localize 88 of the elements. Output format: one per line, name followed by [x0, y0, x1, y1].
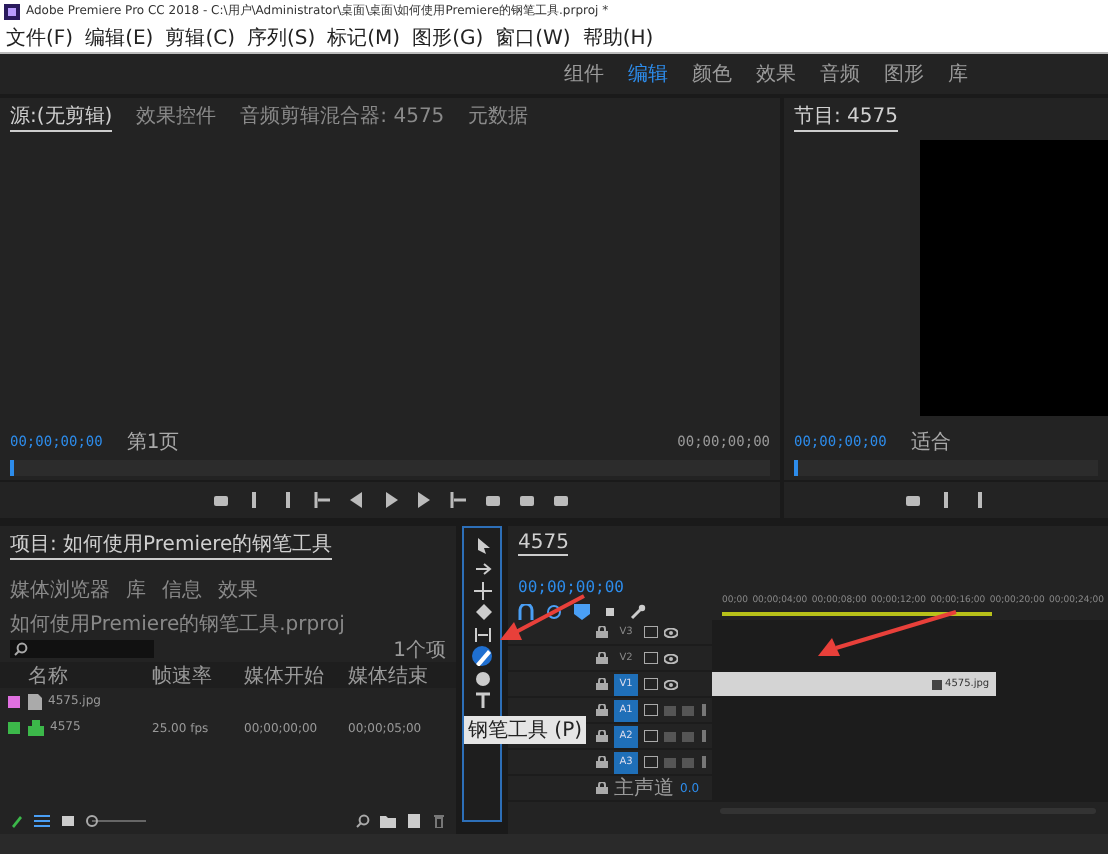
- microphone-icon[interactable]: [700, 704, 708, 716]
- project-path: 如何使用Premiere的钢笔工具.prproj: [10, 611, 345, 637]
- lock-icon[interactable]: [596, 782, 608, 794]
- trash-icon[interactable]: [432, 813, 446, 827]
- mute-toggle-icon[interactable]: [664, 705, 676, 715]
- tool-button[interactable]: [472, 558, 492, 578]
- eye-icon[interactable]: [664, 679, 678, 689]
- tool-button[interactable]: [472, 602, 492, 622]
- column-header[interactable]: 名称: [28, 661, 152, 689]
- transport-icon[interactable]: [313, 492, 331, 508]
- search-icon[interactable]: [356, 813, 370, 827]
- image-file-icon: [28, 693, 42, 709]
- timecode[interactable]: 00;00;00;00: [518, 578, 624, 596]
- tooltip: 钢笔工具 (P): [464, 716, 587, 744]
- solo-toggle-icon[interactable]: [682, 731, 694, 741]
- workspace-tab[interactable]: 音频: [820, 60, 860, 88]
- marker-icon[interactable]: [574, 604, 590, 620]
- folder-icon[interactable]: [380, 813, 396, 827]
- eye-icon[interactable]: [664, 653, 678, 663]
- column-header[interactable]: 帧速率: [152, 661, 244, 689]
- zoom-dropdown[interactable]: 适合: [910, 428, 951, 456]
- menu-item[interactable]: 标记(M): [327, 23, 401, 51]
- app-icon: [4, 3, 20, 19]
- menu-item[interactable]: 帮助(H): [582, 23, 654, 51]
- search-icon: [14, 642, 28, 656]
- add-marker-icon[interactable]: [602, 604, 618, 620]
- menu-item[interactable]: 编辑(E): [85, 23, 154, 51]
- column-header[interactable]: 媒体结束: [348, 661, 452, 689]
- menu-item[interactable]: 剪辑(C): [165, 23, 235, 51]
- menu-item[interactable]: 窗口(W): [495, 23, 571, 51]
- microphone-icon[interactable]: [700, 730, 708, 742]
- transport-icon[interactable]: [449, 492, 467, 508]
- tool-button[interactable]: [472, 580, 492, 600]
- lock-icon[interactable]: [596, 756, 608, 768]
- panel-tab[interactable]: 库: [126, 576, 146, 606]
- lock-icon[interactable]: [596, 626, 608, 638]
- linked-selection-icon[interactable]: [546, 604, 562, 620]
- panel-tab[interactable]: 项目: 如何使用Premiere的钢笔工具: [10, 530, 333, 560]
- sequence-tab[interactable]: 4575: [518, 532, 569, 556]
- solo-toggle-icon[interactable]: [682, 757, 694, 767]
- workspace-tab[interactable]: 编辑: [628, 60, 668, 88]
- panel-tab[interactable]: 元数据: [468, 102, 529, 132]
- workspace-tab[interactable]: 效果: [756, 60, 796, 88]
- tool-button[interactable]: [472, 624, 492, 644]
- track-name: 主声道: [614, 775, 674, 802]
- tool-button[interactable]: [472, 646, 492, 666]
- panel-tab[interactable]: 源:(无剪辑): [10, 102, 113, 132]
- annotation-arrow: [818, 610, 957, 656]
- microphone-icon[interactable]: [700, 756, 708, 768]
- workspace-tab[interactable]: 颜色: [692, 60, 732, 88]
- search-field[interactable]: [10, 640, 154, 658]
- new-item-icon[interactable]: [406, 813, 422, 827]
- pencil-icon[interactable]: [10, 813, 24, 827]
- list-view-icon[interactable]: [34, 813, 50, 827]
- lock-icon[interactable]: [596, 704, 608, 716]
- panel-tab[interactable]: 媒体浏览器: [10, 576, 110, 606]
- tool-button[interactable]: [472, 690, 492, 710]
- clip-icon: [931, 679, 942, 689]
- tool-button[interactable]: [472, 668, 492, 688]
- icon-view-icon[interactable]: [60, 813, 76, 827]
- eye-icon[interactable]: [664, 627, 678, 637]
- workspace-tab[interactable]: 库: [948, 60, 968, 88]
- tool-button[interactable]: [472, 536, 492, 556]
- menu-item[interactable]: 序列(S): [246, 23, 316, 51]
- workspace-tab[interactable]: 组件: [564, 60, 604, 88]
- menu-item[interactable]: 图形(G): [412, 23, 484, 51]
- wrench-icon[interactable]: [630, 604, 646, 620]
- sequence-icon: [28, 719, 44, 735]
- menu-item[interactable]: 文件(F): [6, 23, 74, 51]
- lock-icon[interactable]: [596, 652, 608, 664]
- panel-tab[interactable]: 信息: [162, 576, 202, 606]
- lock-icon[interactable]: [596, 678, 608, 690]
- lock-icon[interactable]: [596, 730, 608, 742]
- slider-thumb[interactable]: [86, 814, 98, 826]
- column-header[interactable]: 媒体开始: [244, 661, 348, 689]
- annotation-arrow: [500, 594, 585, 640]
- panel-tab[interactable]: 音频剪辑混合器: 4575: [240, 102, 445, 132]
- snap-icon[interactable]: [518, 604, 534, 620]
- mute-toggle-icon[interactable]: [664, 757, 676, 767]
- workspace-tab[interactable]: 图形: [884, 60, 924, 88]
- panel-tab[interactable]: 效果控件: [136, 102, 217, 132]
- panel-tab[interactable]: 效果: [218, 576, 258, 606]
- mute-toggle-icon[interactable]: [664, 731, 676, 741]
- panel-tab[interactable]: 节目: 4575: [794, 102, 898, 132]
- solo-toggle-icon[interactable]: [682, 705, 694, 715]
- zoom-slider[interactable]: [86, 813, 146, 827]
- page-dropdown[interactable]: 第1页: [126, 428, 180, 456]
- item-count: 1个项: [393, 637, 446, 663]
